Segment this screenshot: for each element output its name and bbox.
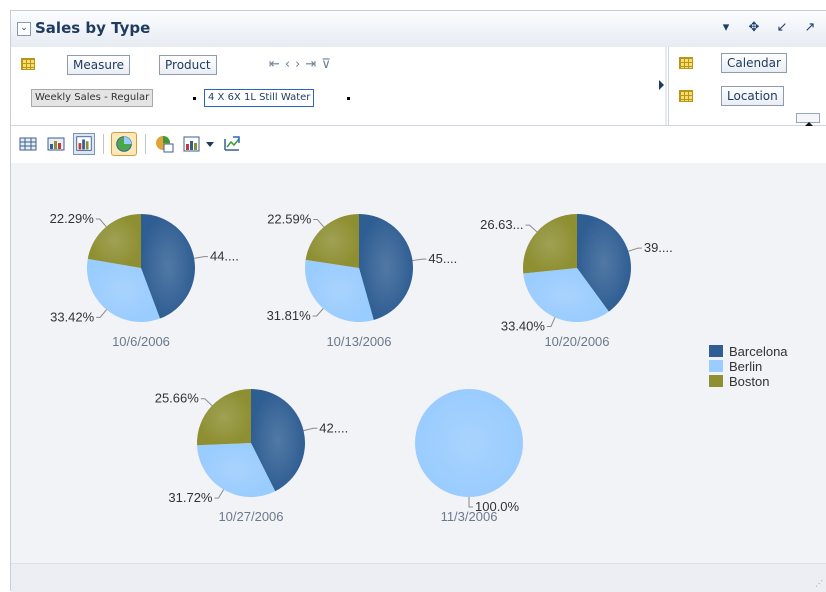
leader-line <box>312 308 324 317</box>
legend-swatch-berlin <box>709 360 723 372</box>
dropdown-icon[interactable]: ▾ <box>719 20 733 35</box>
panel-title: Sales by Type <box>35 19 151 37</box>
legend-label-boston: Boston <box>729 374 769 389</box>
first-page-icon: ⇤ <box>269 57 285 72</box>
separator-dot <box>193 97 196 100</box>
leader-line <box>546 317 556 327</box>
graph-view-icon[interactable] <box>73 133 95 155</box>
pivot-icon[interactable] <box>153 133 175 155</box>
restore-icon[interactable]: ↙ <box>775 20 789 35</box>
legend-swatch-boston <box>709 375 723 387</box>
leader-line <box>303 427 318 432</box>
next-page-icon: › <box>295 57 306 72</box>
pie-date-label: 10/27/2006 <box>218 509 283 524</box>
leader-line <box>96 309 107 318</box>
pie-slice-boston[interactable] <box>305 214 359 268</box>
last-page-icon: ⇥ <box>305 57 322 72</box>
product-filter[interactable]: 4 X 6X 1L Still Water <box>204 89 315 107</box>
table-view-icon[interactable] <box>17 133 39 155</box>
sales-by-type-panel: ⌄ Sales by Type ▾ ✥ ↙ ↗ Measure Product … <box>10 10 826 592</box>
maximize-icon[interactable]: ↗ <box>803 20 817 35</box>
product-chip[interactable]: Product <box>159 55 217 75</box>
page-navigation[interactable]: ⇤‹›⇥⊽ <box>269 57 336 72</box>
filter-icon: ⊽ <box>321 57 336 72</box>
leader-line <box>412 258 427 262</box>
slice-percent-label: 26.63... <box>480 217 523 232</box>
dropdown-icon[interactable] <box>204 133 216 155</box>
panel-actions: ▾ ✥ ↙ ↗ <box>719 20 817 35</box>
legend-label-barcelona: Barcelona <box>729 344 788 359</box>
scroll-up-button[interactable] <box>796 113 820 126</box>
panel-header: ⌄ Sales by Type ▾ ✥ ↙ ↗ <box>11 11 826 48</box>
slice-percent-label: 39.... <box>644 240 673 255</box>
measure-filter[interactable]: Weekly Sales - Regular <box>31 89 154 107</box>
leader-line <box>313 218 325 228</box>
toolbar-separator <box>103 134 104 154</box>
pie-slice-boston[interactable] <box>87 214 141 268</box>
leader-line <box>468 497 473 508</box>
location-chip[interactable]: Location <box>721 86 784 106</box>
calendar-chip[interactable]: Calendar <box>721 53 787 73</box>
pie-date-label: 10/20/2006 <box>544 334 609 349</box>
slice-percent-label: 22.29% <box>50 211 95 226</box>
slice-percent-label: 31.81% <box>267 308 312 323</box>
legend-label-berlin: Berlin <box>729 359 762 374</box>
move-icon[interactable]: ✥ <box>747 20 761 35</box>
export-icon[interactable] <box>221 133 243 155</box>
slice-percent-label: 44.... <box>210 249 239 264</box>
grid-icon <box>21 58 35 70</box>
collapse-button[interactable]: ⌄ <box>17 22 31 36</box>
edge-left: Measure Product ⇤‹›⇥⊽ Weekly Sales - Reg… <box>11 47 656 125</box>
grid-icon <box>679 57 693 69</box>
expand-arrow-icon <box>659 80 664 90</box>
slice-percent-label: 22.59% <box>267 211 312 226</box>
leader-line <box>525 224 538 233</box>
app-window: ⌄ Sales by Type ▾ ✥ ↙ ↗ Measure Product … <box>0 0 826 592</box>
pie-slice-boston[interactable] <box>523 214 577 274</box>
edge-splitter[interactable] <box>656 47 667 125</box>
leader-line <box>628 247 642 252</box>
leader-line <box>214 489 225 499</box>
pie-chart-icon[interactable] <box>111 132 137 156</box>
prev-page-icon: ‹ <box>284 57 296 72</box>
leader-line <box>194 256 208 259</box>
chart-area: 44.... 33.42% 22.29% 10/6/2006 45.... 31.81% 2… <box>11 163 826 563</box>
separator-dot <box>347 97 350 100</box>
leader-line <box>200 398 213 406</box>
pie-slice-boston[interactable] <box>197 389 251 446</box>
view-toolbar <box>11 126 826 162</box>
slice-percent-label: 45.... <box>428 251 457 266</box>
pie-date-label: 10/6/2006 <box>112 334 170 349</box>
edge-right: Calendar Location <box>668 47 826 126</box>
leader-line <box>95 218 107 228</box>
status-bar: ⋰ <box>11 563 826 592</box>
pie-chart-canvas: 44.... 33.42% 22.29% 10/6/2006 45.... 31.81% 2… <box>50 211 789 524</box>
toolbar-separator <box>145 134 146 154</box>
table-and-graph-icon[interactable] <box>45 133 67 155</box>
slice-percent-label: 33.40% <box>501 318 546 333</box>
pie-date-label: 10/13/2006 <box>326 334 391 349</box>
slice-percent-label: 33.42% <box>50 309 95 324</box>
resize-grip-icon[interactable]: ⋰ <box>815 579 823 588</box>
legend-swatch-barcelona <box>709 345 723 357</box>
dimension-edge: Measure Product ⇤‹›⇥⊽ Weekly Sales - Reg… <box>11 47 826 126</box>
save-icon[interactable] <box>181 133 203 155</box>
slice-percent-label: 42.... <box>319 420 348 435</box>
slice-percent-label: 31.72% <box>168 490 213 505</box>
measure-chip[interactable]: Measure <box>67 55 130 75</box>
grid-icon <box>679 90 693 102</box>
pie-slice-berlin[interactable] <box>415 389 523 497</box>
pie-date-label: 11/3/2006 <box>441 509 498 524</box>
slice-percent-label: 25.66% <box>155 391 200 406</box>
